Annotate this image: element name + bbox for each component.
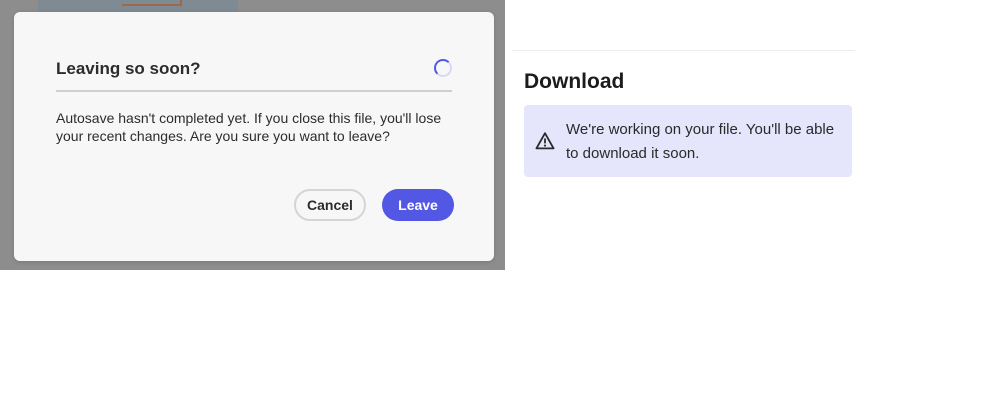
dialog-divider (56, 90, 452, 92)
dialog-title: Leaving so soon? (56, 59, 201, 78)
warning-icon (535, 132, 555, 150)
modal-backdrop[interactable]: Leaving so soon? Autosave hasn't complet… (0, 0, 505, 270)
background-thumbnail-detail (122, 0, 182, 6)
leave-confirmation-dialog: Leaving so soon? Autosave hasn't complet… (14, 12, 494, 261)
leave-button[interactable]: Leave (382, 189, 454, 221)
loading-spinner-icon (434, 59, 452, 77)
download-heading: Download (524, 70, 625, 93)
dialog-message: Autosave hasn't completed yet. If you cl… (56, 110, 442, 144)
download-notice-text: We're working on your file. You'll be ab… (566, 121, 835, 162)
download-notice: We're working on your file. You'll be ab… (524, 105, 852, 177)
cancel-button[interactable]: Cancel (294, 189, 366, 221)
panel-divider (512, 50, 855, 51)
